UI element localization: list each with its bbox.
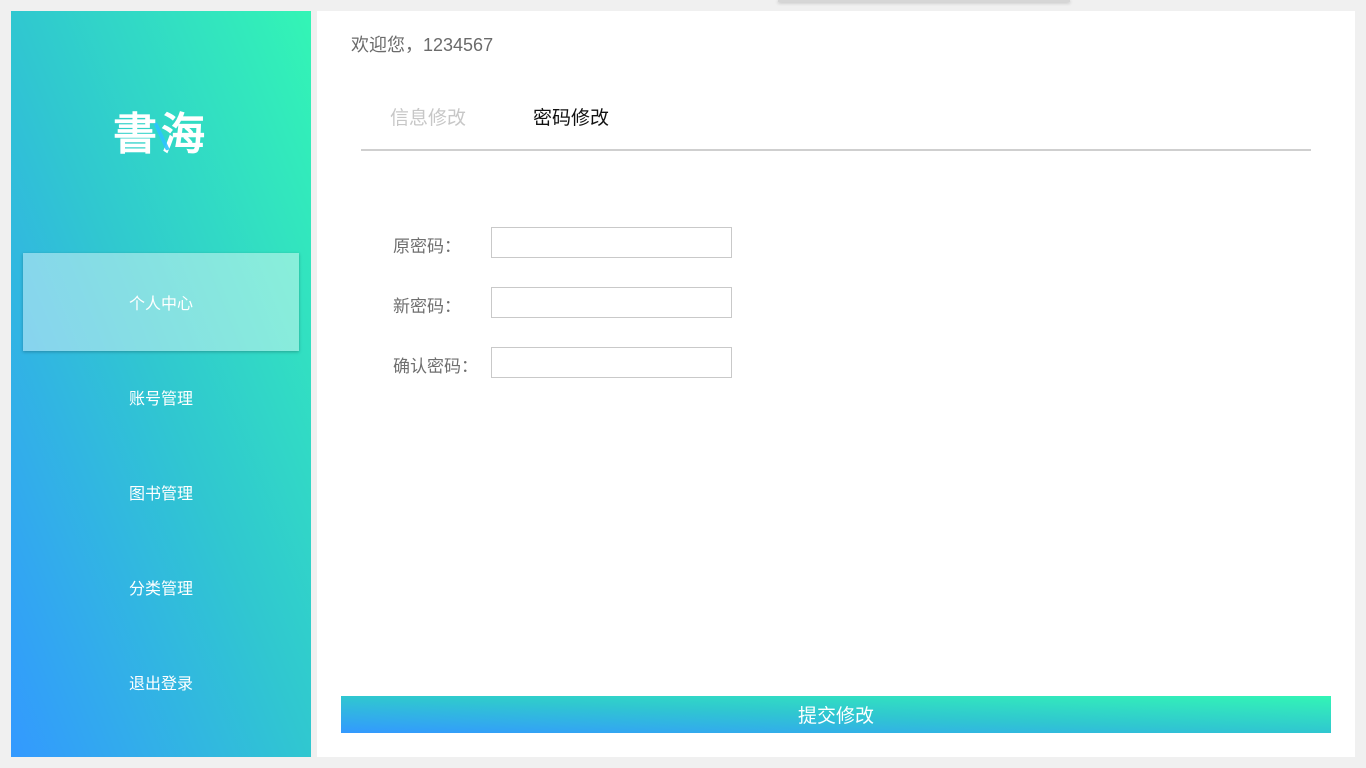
logo-char-2: 海 <box>161 107 209 163</box>
sidebar-item-label: 个人中心 <box>128 296 193 313</box>
main-panel: 欢迎您，1234567 信息修改 密码修改 原密码： 新密码： 确认密码： 提交… <box>317 11 1355 757</box>
logo: 書海 <box>11 107 311 163</box>
sidebar-item-books[interactable]: 图书管理 <box>23 443 299 541</box>
sidebar-item-label: 退出登录 <box>128 676 193 693</box>
new-password-input[interactable] <box>491 287 732 318</box>
sidebar: 書海 个人中心 账号管理 图书管理 分类管理 退出登录 <box>11 11 311 757</box>
tab-password-edit[interactable]: 密码修改 <box>533 103 609 130</box>
confirm-password-input[interactable] <box>491 347 732 378</box>
sidebar-item-profile[interactable]: 个人中心 <box>23 253 299 351</box>
sidebar-item-label: 分类管理 <box>128 581 193 598</box>
new-password-row: 新密码： <box>393 287 793 319</box>
sidebar-item-accounts[interactable]: 账号管理 <box>23 348 299 446</box>
confirm-password-label: 确认密码： <box>393 357 478 376</box>
welcome-text: 欢迎您，1234567 <box>351 35 494 55</box>
old-password-label: 原密码： <box>393 237 461 256</box>
new-password-label: 新密码： <box>393 297 461 316</box>
logo-char-1: 書 <box>113 109 161 160</box>
old-password-input[interactable] <box>491 227 732 258</box>
submit-button[interactable]: 提交修改 <box>341 696 1331 733</box>
sidebar-item-label: 图书管理 <box>128 486 193 503</box>
old-password-row: 原密码： <box>393 227 793 259</box>
confirm-password-row: 确认密码： <box>393 347 793 379</box>
tab-bar: 信息修改 密码修改 <box>361 87 1311 151</box>
tab-info-edit[interactable]: 信息修改 <box>390 103 466 130</box>
sidebar-item-categories[interactable]: 分类管理 <box>23 538 299 636</box>
top-shadow-bar <box>778 0 1070 2</box>
sidebar-item-label: 账号管理 <box>128 391 193 408</box>
sidebar-item-logout[interactable]: 退出登录 <box>23 633 299 731</box>
